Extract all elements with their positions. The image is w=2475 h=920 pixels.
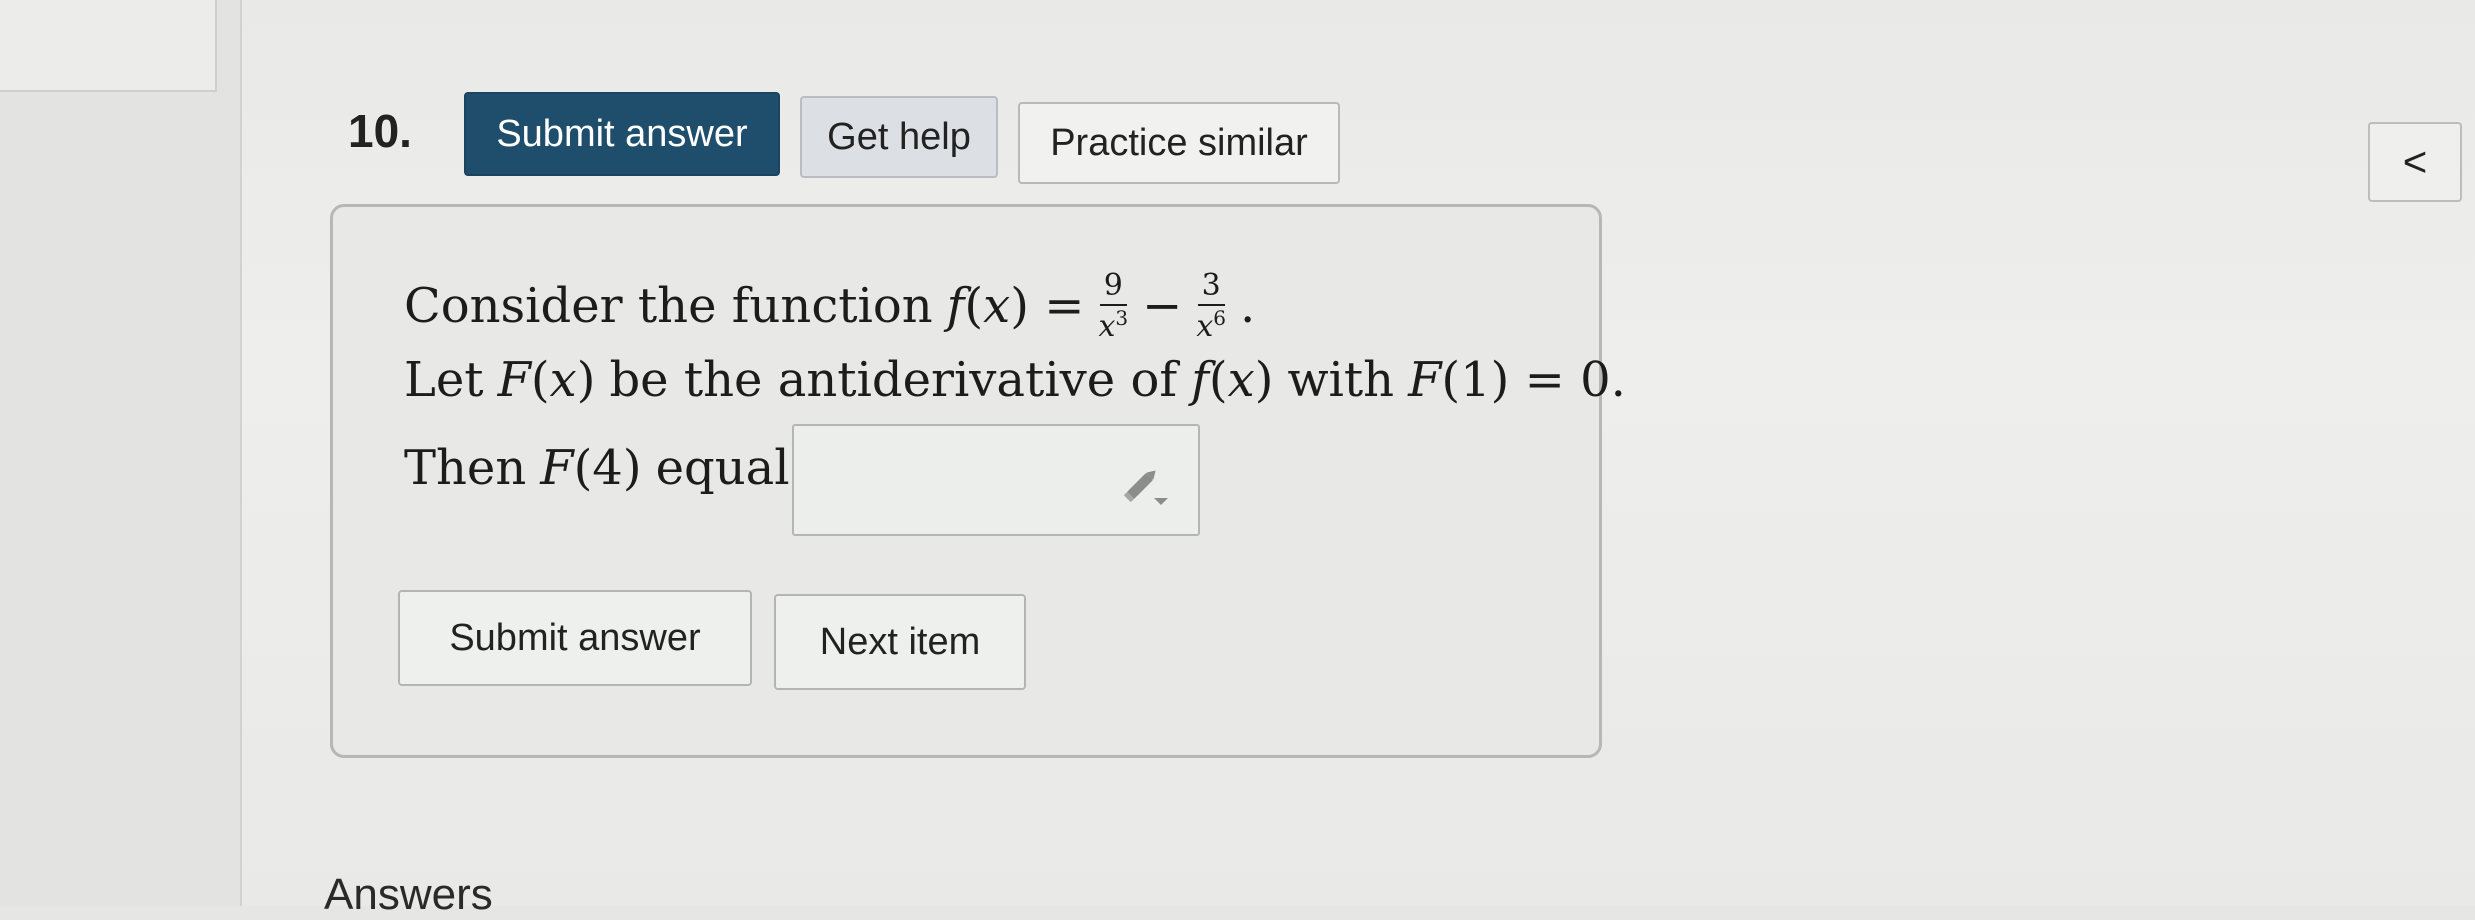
next-item-button[interactable]: Next item xyxy=(774,594,1026,690)
question-text: Consider the function xyxy=(404,278,933,334)
practice-similar-button[interactable]: Practice similar xyxy=(1018,102,1340,184)
fraction-3-over-x6: 3 x6 xyxy=(1196,268,1226,344)
question-number: 10. xyxy=(348,105,412,157)
left-sidebar xyxy=(0,0,242,906)
fraction-9-over-x3: 9 x3 xyxy=(1098,268,1129,344)
minus-sign: − xyxy=(1142,278,1183,334)
question-text: Let xyxy=(404,352,484,408)
question-text: with xyxy=(1287,352,1395,408)
get-help-button[interactable]: Get help xyxy=(800,96,998,178)
submit-answer-button[interactable]: Submit answer xyxy=(464,92,780,176)
sidebar-box xyxy=(0,0,217,92)
question-text: Then xyxy=(404,440,527,496)
submit-answer-button-bottom[interactable]: Submit answer xyxy=(398,590,752,686)
question-line-prompt: Then F(4) equals xyxy=(404,440,814,496)
math-expression: f(x) xyxy=(1191,352,1274,408)
pencil-dropdown-icon[interactable] xyxy=(1120,464,1172,513)
math-expression: F(4) xyxy=(540,440,642,496)
answer-input[interactable] xyxy=(792,424,1200,536)
math-expression: F(x) xyxy=(497,352,596,408)
math-expression: f(x) = xyxy=(946,278,1085,334)
math-expression: F(1) = 0. xyxy=(1408,352,1626,408)
answers-heading: Answers xyxy=(324,870,493,919)
question-text: be the antiderivative of xyxy=(609,352,1178,408)
chevron-left-icon: < xyxy=(2402,138,2428,185)
question-line-function: Consider the function f(x) = 9 x3 − 3 x6… xyxy=(404,270,1255,342)
question-line-antiderivative: Let F(x) be the antiderivative of f(x) w… xyxy=(404,352,1626,408)
question-text: equals xyxy=(655,440,815,496)
previous-question-button[interactable]: < xyxy=(2368,122,2462,202)
period: . xyxy=(1239,278,1256,334)
